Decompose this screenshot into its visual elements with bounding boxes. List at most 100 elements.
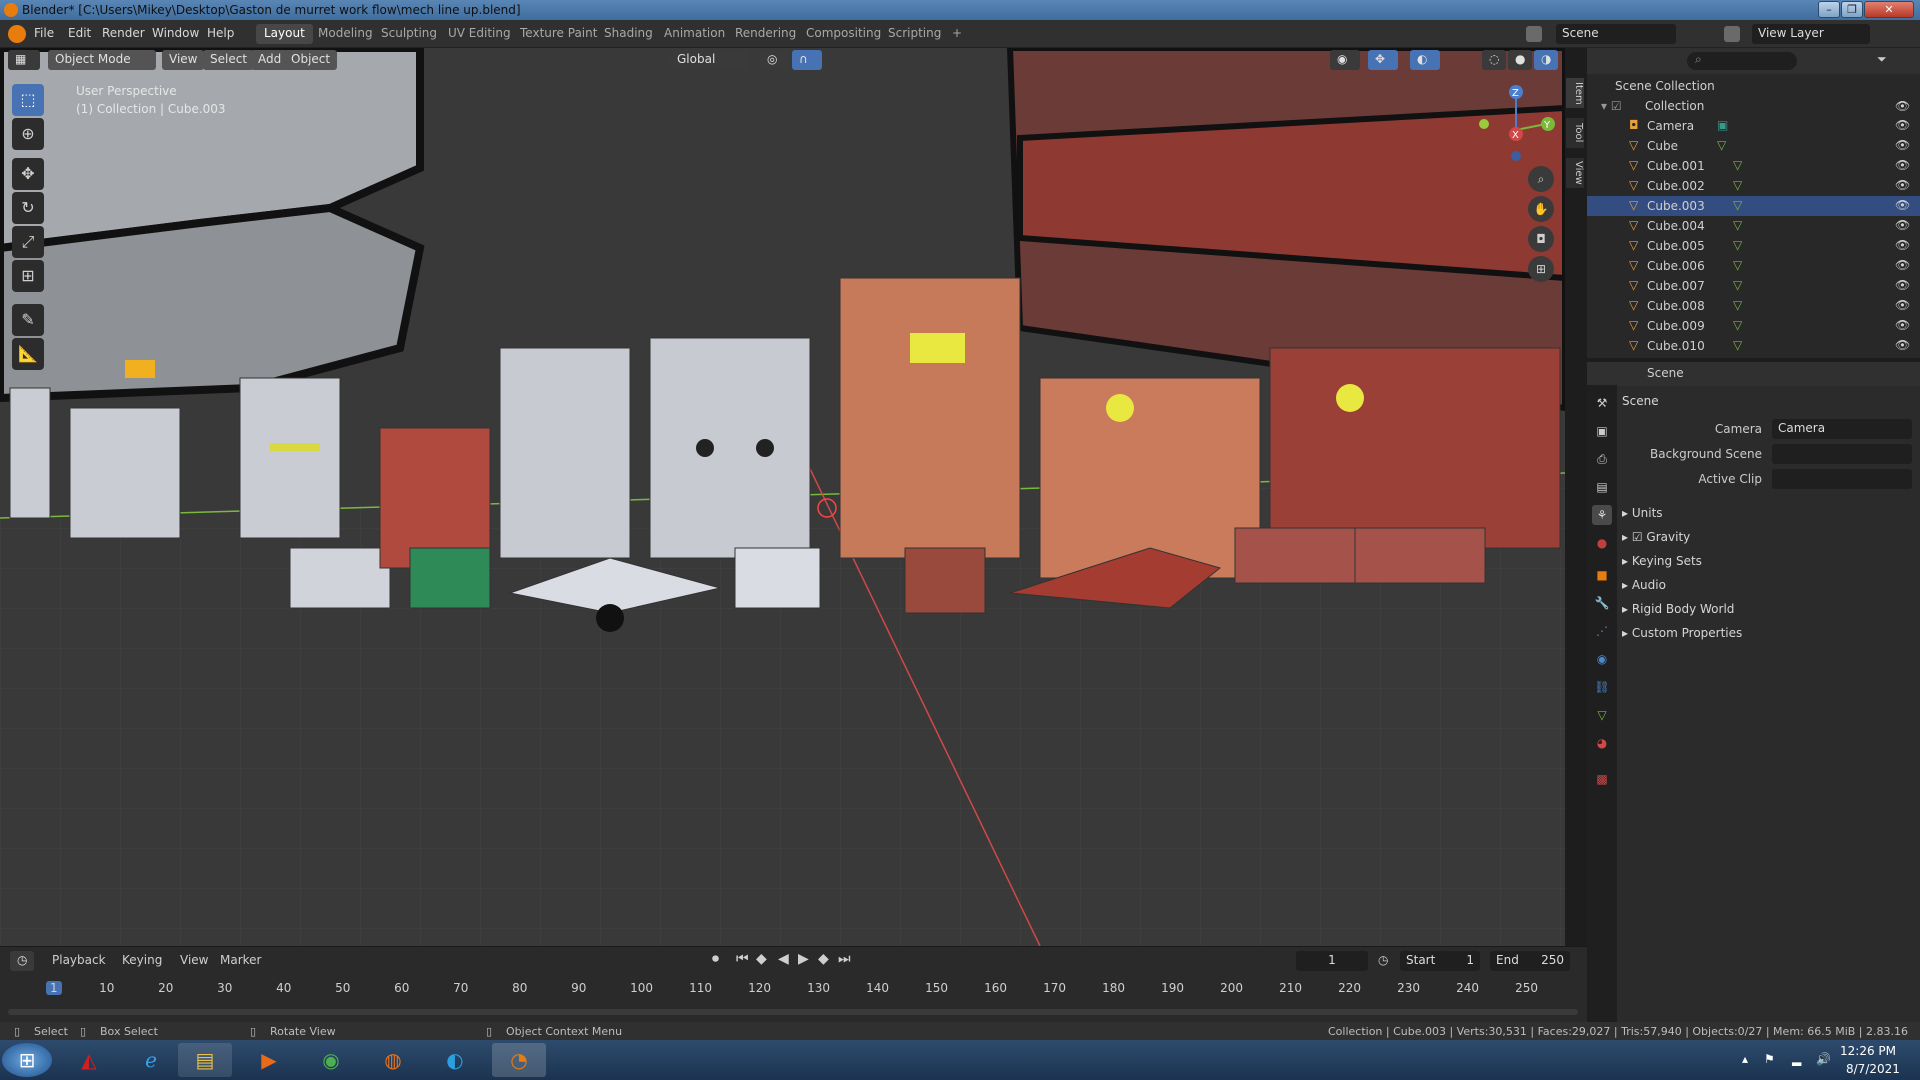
media-player-icon[interactable]: ▶ [242, 1043, 296, 1077]
property-section[interactable]: ▸ Custom Properties [1622, 626, 1742, 640]
editor-type-icon[interactable]: ▦ [8, 50, 40, 70]
menu-render[interactable]: Render [102, 26, 145, 40]
outliner-item[interactable]: ▽ Cube.010 ▽ 👁 [1587, 336, 1920, 356]
mesh-data-icon[interactable]: ▽ [1733, 238, 1742, 252]
expand-arrow-icon[interactable]: ▸ [1622, 506, 1632, 520]
transform-orientation-dropdown[interactable]: Global [670, 50, 748, 70]
outliner-item[interactable]: ▽ Cube.003 ▽ 👁 [1587, 196, 1920, 216]
outliner-item[interactable]: ▽ Cube.009 ▽ 👁 [1587, 316, 1920, 336]
annotate-tool-icon[interactable]: ✎ [12, 304, 44, 336]
visibility-eye-icon[interactable]: 👁 [1895, 298, 1910, 312]
close-button[interactable]: ✕ [1864, 1, 1914, 18]
clock-time[interactable]: 12:26 PM [1840, 1044, 1896, 1058]
render-tab-icon[interactable]: ▣ [1592, 421, 1612, 441]
tab-sculpting[interactable]: Sculpting [373, 24, 445, 44]
visibility-eye-icon[interactable]: 👁 [1895, 238, 1910, 252]
constraints-tab-icon[interactable]: ⛓ [1592, 677, 1612, 697]
measure-tool-icon[interactable]: 📐 [12, 338, 44, 370]
camera-data-icon[interactable]: ▣ [1717, 118, 1728, 132]
property-section[interactable]: ▸ Rigid Body World [1622, 602, 1734, 616]
expand-arrow-icon[interactable]: ▸ [1622, 626, 1632, 640]
outliner-item[interactable]: ▽ Cube.004 ▽ 👁 [1587, 216, 1920, 236]
view-layer-tab-icon[interactable]: ▤ [1592, 477, 1612, 497]
property-section[interactable]: ▸ ☑ Gravity [1622, 530, 1690, 544]
expand-arrow-icon[interactable]: ▸ ☑ [1622, 530, 1646, 544]
chrome-icon[interactable]: ◉ [304, 1043, 358, 1077]
clock-date[interactable]: 8/7/2021 [1846, 1062, 1900, 1076]
visibility-eye-icon[interactable]: 👁 [1895, 338, 1910, 352]
minimize-button[interactable]: – [1818, 1, 1840, 18]
timeline-scrollbar[interactable] [8, 1009, 1578, 1015]
maximize-button[interactable]: ❐ [1841, 1, 1863, 18]
mesh-data-icon[interactable]: ▽ [1733, 158, 1742, 172]
tab-compositing[interactable]: Compositing [798, 24, 889, 44]
mesh-data-icon[interactable]: ▽ [1733, 318, 1742, 332]
solid-shading-icon[interactable]: ● [1508, 50, 1532, 70]
next-keyframe-icon[interactable]: ◆ [818, 951, 829, 967]
tray-arrow-icon[interactable]: ▴ [1742, 1052, 1748, 1066]
view-menu[interactable]: View [162, 50, 205, 70]
volume-icon[interactable]: 🔊 [1816, 1052, 1831, 1066]
outliner-item[interactable]: ▽ Cube.005 ▽ 👁 [1587, 236, 1920, 256]
rotate-tool-icon[interactable]: ↻ [12, 192, 44, 224]
tab-rendering[interactable]: Rendering [727, 24, 804, 44]
property-section[interactable]: ▸ Keying Sets [1622, 554, 1702, 568]
modifier-tab-icon[interactable]: 🔧 [1592, 593, 1612, 613]
scene-selector[interactable]: Scene [1556, 24, 1676, 44]
start-frame-field[interactable]: Start 1 [1400, 951, 1480, 971]
add-menu[interactable]: Add [251, 50, 289, 70]
expand-arrow-icon[interactable]: ▸ [1622, 554, 1632, 568]
jump-end-icon[interactable]: ⏭ [838, 951, 851, 967]
gizmo-icon[interactable]: ✥ [1368, 50, 1398, 70]
outliner-panel[interactable]: ⌕ ⏷ Scene Collection ▾ ☑ Collection 👁 ◘ Cam… [1587, 48, 1920, 358]
playback-menu[interactable]: Playback [52, 953, 106, 967]
background-scene-field[interactable] [1772, 444, 1912, 464]
flag-icon[interactable]: ⚑ [1764, 1052, 1775, 1066]
prev-keyframe-icon[interactable]: ◆ [756, 951, 767, 967]
object-tab-icon[interactable]: ■ [1592, 565, 1612, 585]
material-tab-icon[interactable]: ◕ [1592, 733, 1612, 753]
outliner-item[interactable]: ▽ Cube.008 ▽ 👁 [1587, 296, 1920, 316]
end-frame-field[interactable]: End 250 [1490, 951, 1570, 971]
sidebar-tab-tool[interactable]: Tool [1566, 118, 1584, 148]
navigation-gizmo[interactable]: Z Y X [1468, 82, 1558, 172]
outliner-item[interactable]: ▽ Cube.007 ▽ 👁 [1587, 276, 1920, 296]
data-tab-icon[interactable]: ▽ [1592, 705, 1612, 725]
jump-start-icon[interactable]: ⏮ [736, 951, 749, 967]
outliner-item[interactable]: ▽ Cube.002 ▽ 👁 [1587, 176, 1920, 196]
wireframe-shading-icon[interactable]: ◌ [1482, 50, 1506, 70]
material-shading-icon[interactable]: ◑ [1534, 50, 1558, 70]
expand-arrow-icon[interactable]: ▸ [1622, 578, 1632, 592]
object-mode-dropdown[interactable]: Object Mode [48, 50, 156, 70]
visibility-eye-icon[interactable]: 👁 [1895, 278, 1910, 292]
pan-hand-icon[interactable]: ✋ [1528, 196, 1554, 222]
visibility-eye-icon[interactable]: 👁 [1895, 318, 1910, 332]
object-menu[interactable]: Object [284, 50, 338, 70]
outliner-item[interactable]: ▽ Cube.006 ▽ 👁 [1587, 256, 1920, 276]
transform-tool-icon[interactable]: ⊞ [12, 260, 44, 292]
record-icon[interactable]: ⏺ [712, 951, 719, 967]
visibility-eye-icon[interactable]: 👁 [1895, 178, 1910, 192]
outliner-item[interactable]: ◘ Camera ▣ 👁 [1587, 116, 1920, 136]
camera-field[interactable]: Camera [1772, 419, 1912, 439]
mesh-data-icon[interactable]: ▽ [1733, 278, 1742, 292]
internet-explorer-icon[interactable]: ℯ [124, 1043, 178, 1077]
menu-window[interactable]: Window [152, 26, 199, 40]
tab-uv-editing[interactable]: UV Editing [440, 24, 519, 44]
outliner-item[interactable]: ▽ Cube ▽ 👁 [1587, 136, 1920, 156]
blender-taskbar-icon[interactable]: ◔ [492, 1043, 546, 1077]
tool-tab-icon[interactable]: ⚒ [1592, 393, 1612, 413]
camera-view-icon[interactable]: ◘ [1528, 226, 1554, 252]
visibility-eye-icon[interactable]: 👁 [1895, 99, 1910, 113]
mesh-data-icon[interactable]: ▽ [1733, 198, 1742, 212]
tab-animation[interactable]: Animation [656, 24, 733, 44]
tab-shading[interactable]: Shading [596, 24, 661, 44]
visibility-eye-icon[interactable]: 👁 [1895, 258, 1910, 272]
scene-panel-title[interactable]: Scene [1622, 394, 1659, 408]
filter-icon[interactable]: ⏷ [1877, 52, 1895, 70]
tab-layout[interactable]: Layout [256, 24, 313, 44]
visibility-eye-icon[interactable]: 👁 [1895, 198, 1910, 212]
ortho-grid-icon[interactable]: ⊞ [1528, 256, 1554, 282]
network-icon[interactable]: ▂ [1792, 1052, 1801, 1066]
menu-help[interactable]: Help [207, 26, 234, 40]
